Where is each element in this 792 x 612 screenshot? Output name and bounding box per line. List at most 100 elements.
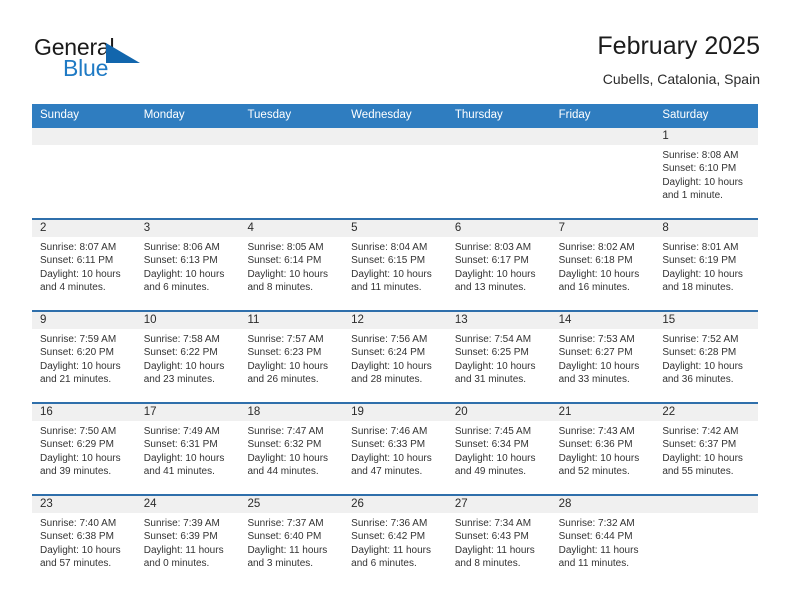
day-number	[32, 128, 136, 145]
day-number	[135, 128, 240, 145]
day-cell-empty	[135, 128, 240, 218]
day-sunrise-text: Sunrise: 7:54 AM	[454, 334, 532, 345]
day-cell-6[interactable]: 6 Sunrise: 8:03 AM Sunset: 6:17 PM Daylight…	[446, 220, 551, 310]
calendar-weeks: 1 Sunrise: 8:08 AM Sunset: 6:10 PM Daylight…	[32, 128, 759, 586]
day-daylight1-text: Daylight: 10 hours	[40, 268, 121, 280]
day-cell-19[interactable]: 19 Sunrise: 7:46 AM Sunset: 6:33 PM Dayligh…	[343, 404, 447, 494]
day-sunrise-text: Sunrise: 7:56 AM	[351, 334, 428, 345]
day-cell-11[interactable]: 11 Sunrise: 7:57 AM Sunset: 6:23 PM Dayligh…	[239, 312, 344, 402]
day-daylight1-text: Daylight: 10 hours	[454, 452, 536, 464]
day-daylight2-text: and 8 minutes.	[247, 282, 314, 294]
day-cell-2[interactable]: 2 Sunrise: 8:07 AM Sunset: 6:11 PM Daylight…	[32, 220, 136, 310]
logo-text-blue: Blue	[63, 55, 109, 81]
day-cell-10[interactable]: 10 Sunrise: 7:58 AM Sunset: 6:22 PM Dayligh…	[135, 312, 240, 402]
day-sunset-text: Sunset: 6:42 PM	[351, 531, 426, 543]
day-daylight2-text: and 6 minutes.	[351, 558, 417, 570]
day-cell-22[interactable]: 22 Sunrise: 7:42 AM Sunset: 6:37 PM Dayligh…	[654, 404, 759, 494]
day-daylight2-text: and 1 minute.	[662, 190, 723, 202]
day-daylight1-text: Daylight: 10 hours	[40, 544, 121, 556]
day-daylight2-text: and 11 minutes.	[558, 558, 630, 570]
day-number: 11	[239, 312, 344, 329]
day-sunrise-text: Sunrise: 7:32 AM	[558, 518, 635, 529]
day-details: Sunrise: 8:07 AM Sunset: 6:11 PM Daylight:…	[32, 237, 136, 295]
day-sunset-text: Sunset: 6:28 PM	[662, 347, 737, 359]
day-daylight2-text: and 36 minutes.	[662, 374, 734, 386]
day-number: 9	[32, 312, 136, 329]
day-daylight2-text: and 39 minutes.	[40, 466, 112, 478]
day-daylight2-text: and 31 minutes.	[454, 374, 527, 386]
day-daylight1-text: Daylight: 10 hours	[662, 452, 743, 464]
day-cell-27[interactable]: 27 Sunrise: 7:34 AM Sunset: 6:43 PM Dayligh…	[446, 496, 551, 586]
day-daylight1-text: Daylight: 10 hours	[351, 452, 432, 464]
day-details: Sunrise: 7:32 AM Sunset: 6:44 PM Daylight:…	[551, 513, 655, 571]
day-sunset-text: Sunset: 6:36 PM	[558, 439, 633, 451]
day-sunrise-text: Sunrise: 7:53 AM	[558, 334, 635, 345]
day-cell-15[interactable]: 15 Sunrise: 7:52 AM Sunset: 6:28 PM Dayligh…	[654, 312, 759, 402]
day-cell-23[interactable]: 23 Sunrise: 7:40 AM Sunset: 6:38 PM Dayligh…	[32, 496, 136, 586]
day-number: 19	[343, 404, 447, 421]
generalblue-logo[interactable]: General Blue	[32, 34, 182, 88]
day-number: 25	[239, 496, 344, 513]
day-daylight2-text: and 55 minutes.	[662, 466, 734, 478]
day-number: 12	[343, 312, 447, 329]
day-number: 5	[343, 220, 447, 237]
day-cell-13[interactable]: 13 Sunrise: 7:54 AM Sunset: 6:25 PM Dayligh…	[446, 312, 551, 402]
day-number	[446, 128, 551, 145]
day-sunrise-text: Sunrise: 7:58 AM	[143, 334, 220, 345]
day-cell-empty	[343, 128, 447, 218]
day-details: Sunrise: 7:59 AM Sunset: 6:20 PM Daylight:…	[32, 329, 136, 387]
day-daylight2-text: and 0 minutes.	[143, 558, 210, 570]
day-daylight2-text: and 18 minutes.	[662, 282, 734, 294]
day-cell-17[interactable]: 17 Sunrise: 7:49 AM Sunset: 6:31 PM Dayligh…	[135, 404, 240, 494]
day-cell-20[interactable]: 20 Sunrise: 7:45 AM Sunset: 6:34 PM Dayligh…	[446, 404, 551, 494]
day-number: 14	[550, 312, 655, 329]
weekday-header-friday: Friday	[558, 109, 591, 121]
day-cell-26[interactable]: 26 Sunrise: 7:36 AM Sunset: 6:42 PM Dayligh…	[343, 496, 447, 586]
day-cell-24[interactable]: 24 Sunrise: 7:39 AM Sunset: 6:39 PM Dayligh…	[135, 496, 240, 586]
day-details: Sunrise: 8:02 AM Sunset: 6:18 PM Daylight:…	[551, 237, 655, 295]
day-daylight2-text: and 47 minutes.	[351, 466, 423, 478]
day-cell-8[interactable]: 8 Sunrise: 8:01 AM Sunset: 6:19 PM Daylight…	[654, 220, 759, 310]
day-cell-9[interactable]: 9 Sunrise: 7:59 AM Sunset: 6:20 PM Daylight…	[32, 312, 136, 402]
day-details: Sunrise: 7:46 AM Sunset: 6:33 PM Daylight:…	[343, 421, 447, 479]
day-sunrise-text: Sunrise: 7:57 AM	[247, 334, 324, 345]
day-cell-21[interactable]: 21 Sunrise: 7:43 AM Sunset: 6:36 PM Dayligh…	[550, 404, 655, 494]
day-sunrise-text: Sunrise: 7:40 AM	[40, 518, 117, 529]
day-details: Sunrise: 7:34 AM Sunset: 6:43 PM Daylight:…	[447, 513, 551, 571]
day-cell-16[interactable]: 16 Sunrise: 7:50 AM Sunset: 6:29 PM Dayligh…	[32, 404, 136, 494]
day-number: 27	[446, 496, 551, 513]
day-sunset-text: Sunset: 6:23 PM	[247, 347, 322, 359]
day-cell-empty	[446, 128, 551, 218]
day-number	[239, 128, 344, 145]
day-details: Sunrise: 7:56 AM Sunset: 6:24 PM Daylight:…	[343, 329, 447, 387]
day-sunrise-text: Sunrise: 8:02 AM	[558, 242, 635, 253]
day-cell-14[interactable]: 14 Sunrise: 7:53 AM Sunset: 6:27 PM Dayligh…	[550, 312, 655, 402]
day-cell-4[interactable]: 4 Sunrise: 8:05 AM Sunset: 6:14 PM Daylight…	[239, 220, 344, 310]
day-details: Sunrise: 7:47 AM Sunset: 6:32 PM Daylight:…	[239, 421, 343, 479]
day-number: 20	[446, 404, 551, 421]
day-daylight1-text: Daylight: 10 hours	[351, 268, 432, 280]
day-number: 16	[32, 404, 136, 421]
day-sunrise-text: Sunrise: 8:06 AM	[143, 242, 220, 253]
day-cell-empty	[654, 496, 759, 586]
day-details: Sunrise: 8:05 AM Sunset: 6:14 PM Daylight:…	[239, 237, 343, 295]
day-cell-12[interactable]: 12 Sunrise: 7:56 AM Sunset: 6:24 PM Dayligh…	[343, 312, 447, 402]
calendar-week-row: 23 Sunrise: 7:40 AM Sunset: 6:38 PM Dayligh…	[32, 494, 759, 586]
day-details: Sunrise: 7:52 AM Sunset: 6:28 PM Daylight:…	[654, 329, 758, 387]
day-daylight1-text: Daylight: 11 hours	[558, 544, 639, 556]
day-details: Sunrise: 7:54 AM Sunset: 6:25 PM Daylight:…	[447, 329, 551, 387]
day-daylight1-text: Daylight: 10 hours	[558, 360, 640, 372]
day-cell-18[interactable]: 18 Sunrise: 7:47 AM Sunset: 6:32 PM Dayligh…	[239, 404, 344, 494]
day-cell-5[interactable]: 5 Sunrise: 8:04 AM Sunset: 6:15 PM Daylight…	[343, 220, 447, 310]
day-cell-1[interactable]: 1 Sunrise: 8:08 AM Sunset: 6:10 PM Daylight…	[654, 128, 759, 218]
day-daylight2-text: and 4 minutes.	[40, 282, 106, 294]
day-sunset-text: Sunset: 6:24 PM	[351, 347, 426, 359]
day-daylight2-text: and 13 minutes.	[454, 282, 527, 294]
day-cell-3[interactable]: 3 Sunrise: 8:06 AM Sunset: 6:13 PM Daylight…	[135, 220, 240, 310]
day-sunrise-text: Sunrise: 7:36 AM	[351, 518, 428, 529]
day-cell-28[interactable]: 28 Sunrise: 7:32 AM Sunset: 6:44 PM Dayligh…	[550, 496, 655, 586]
weekday-header-sunday: Sunday	[40, 109, 80, 121]
day-cell-25[interactable]: 25 Sunrise: 7:37 AM Sunset: 6:40 PM Dayligh…	[239, 496, 344, 586]
day-cell-7[interactable]: 7 Sunrise: 8:02 AM Sunset: 6:18 PM Daylight…	[550, 220, 655, 310]
day-daylight1-text: Daylight: 10 hours	[662, 176, 743, 188]
